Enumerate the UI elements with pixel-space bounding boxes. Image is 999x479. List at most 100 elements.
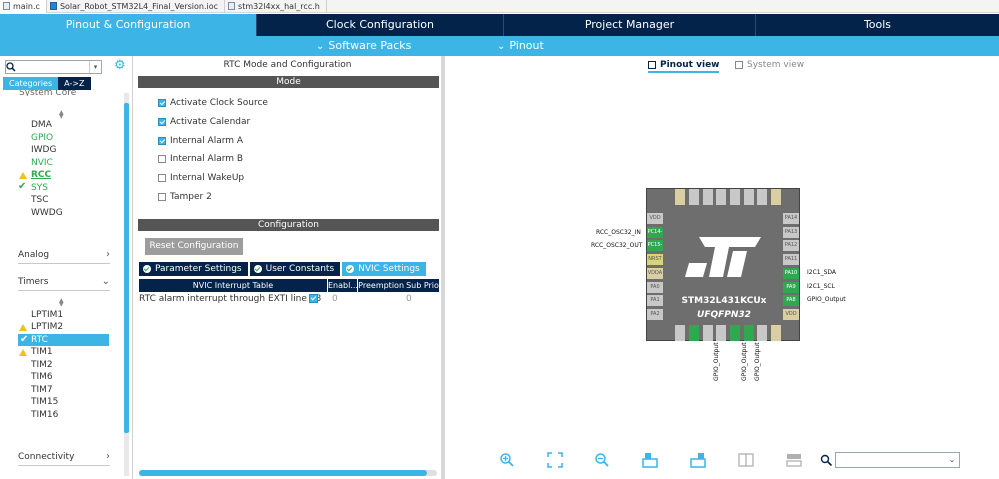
section-system-core[interactable]: System Core — [19, 90, 76, 96]
option-internal-alarm-b[interactable]: Internal Alarm B — [158, 154, 243, 164]
option-tamper-2[interactable]: Tamper 2 — [158, 192, 212, 202]
sidebar-item-nvic[interactable]: NVIC — [31, 158, 53, 168]
file-tab-ioc[interactable]: Solar_Robot_STM32L4_Final_Version.ioc — [47, 0, 226, 13]
category-search[interactable]: ▾ — [5, 60, 102, 74]
tab-nvic-settings[interactable]: NVIC Settings — [342, 262, 426, 276]
sidebar-scrollbar[interactable] — [124, 93, 129, 476]
gear-icon[interactable]: ⚙ — [114, 58, 126, 73]
pin-pa7[interactable] — [730, 325, 740, 341]
sidebar-item-wwdg[interactable]: WWDG — [31, 208, 63, 218]
checkbox[interactable] — [158, 174, 166, 182]
scrollbar-thumb[interactable] — [139, 470, 427, 476]
pin-pb1[interactable] — [757, 325, 767, 341]
tab-tools[interactable]: Tools — [756, 14, 999, 36]
tab-parameter-settings[interactable]: Parameter Settings — [139, 262, 248, 276]
pin-pa15[interactable] — [757, 189, 767, 205]
sidebar-item-iwdg[interactable]: IWDG — [31, 145, 56, 155]
table-cell-enabled[interactable] — [309, 294, 319, 306]
pinout-menu[interactable]: ⌄ Pinout — [497, 36, 544, 56]
section-connectivity[interactable]: Connectivity › — [18, 451, 110, 466]
fit-to-screen-icon[interactable] — [547, 452, 563, 468]
sidebar-item-dma[interactable]: DMA — [31, 120, 52, 130]
pin-search-input[interactable]: ⌄ — [835, 452, 960, 468]
sidebar-item-sys[interactable]: SYS — [31, 183, 48, 193]
tab-a-z[interactable]: A->Z — [58, 77, 91, 90]
pin-pb3[interactable] — [744, 189, 754, 205]
scrollbar-thumb[interactable] — [124, 103, 129, 433]
col-header-interrupt[interactable]: NVIC Interrupt Table — [139, 279, 328, 292]
software-packs-menu[interactable]: ⌄ Software Packs — [316, 36, 411, 56]
pin-pa14[interactable]: PA14 — [783, 213, 799, 224]
pin-pb5[interactable] — [716, 189, 726, 205]
chevron-down-icon[interactable]: ⌄ — [945, 453, 959, 467]
pin-pa12[interactable]: PA12 — [783, 240, 799, 251]
table-scrollbar[interactable] — [139, 470, 437, 476]
pin-pa9[interactable]: PA9 — [783, 282, 799, 293]
pin-pc14[interactable]: PC14- — [647, 227, 663, 238]
pin-pa4[interactable] — [689, 325, 699, 341]
pin-pa3[interactable] — [675, 325, 685, 341]
section-analog[interactable]: Analog › — [18, 249, 110, 264]
option-activate-clock-source[interactable]: Activate Clock Source — [158, 98, 268, 108]
checkbox[interactable] — [158, 193, 166, 201]
sidebar-item-tim15[interactable]: TIM15 — [31, 397, 58, 407]
pin-pa0[interactable]: PA0 — [647, 282, 663, 293]
file-tab-rcc-h[interactable]: stm32l4xx_hal_rcc.h — [225, 0, 327, 13]
col-header-enabled[interactable]: Enabl... — [328, 279, 358, 292]
tab-clock-configuration[interactable]: Clock Configuration — [257, 14, 504, 36]
option-internal-wakeup[interactable]: Internal WakeUp — [158, 173, 244, 183]
sidebar-item-rtc[interactable]: ✔ RTC — [18, 334, 109, 346]
sidebar-item-tim16[interactable]: TIM16 — [31, 410, 58, 420]
option-activate-calendar[interactable]: Activate Calendar — [158, 117, 250, 127]
sidebar-item-tim6[interactable]: TIM6 — [31, 372, 53, 382]
sidebar-item-tsc[interactable]: TSC — [31, 195, 49, 205]
pin-pb4[interactable] — [730, 189, 740, 205]
tab-system-view[interactable]: System view — [735, 60, 804, 70]
table-cell-sub-priority[interactable]: 0 — [406, 293, 426, 305]
pin-vss-top2[interactable] — [771, 189, 781, 205]
layout-icon[interactable] — [786, 452, 802, 468]
split-view-icon[interactable] — [738, 452, 754, 468]
section-timers[interactable]: Timers ⌄ — [18, 276, 110, 291]
option-internal-alarm-a[interactable]: Internal Alarm A — [158, 136, 243, 146]
pin-pb6[interactable] — [703, 189, 713, 205]
zoom-in-icon[interactable] — [499, 452, 515, 468]
checkbox[interactable] — [158, 118, 166, 126]
pin-pa13[interactable]: PA13 — [783, 227, 799, 238]
rotate-icon[interactable] — [642, 452, 658, 468]
mcu-chip[interactable]: VDD PC14- PC15- NRST VDDA PA0 PA1 PA2 PA… — [646, 188, 800, 341]
file-tab-main-c[interactable]: main.c — [0, 0, 47, 13]
sidebar-item-tim2[interactable]: TIM2 — [31, 360, 53, 370]
sidebar-item-tim1[interactable]: TIM1 — [31, 347, 53, 357]
flip-icon[interactable] — [690, 452, 706, 468]
sidebar-item-tim7[interactable]: TIM7 — [31, 385, 53, 395]
chevron-down-icon[interactable]: ▾ — [89, 61, 101, 73]
pin-pb0[interactable] — [744, 325, 754, 341]
tab-pinout-configuration[interactable]: Pinout & Configuration — [0, 14, 257, 36]
tab-categories[interactable]: Categories — [3, 77, 59, 90]
pin-pa11[interactable]: PA11 — [783, 254, 799, 265]
pin-vss-top[interactable] — [675, 189, 685, 205]
pin-pa10[interactable]: PA10 — [783, 268, 799, 279]
checkbox[interactable] — [309, 294, 318, 303]
pin-vdd[interactable]: VDD — [647, 213, 663, 224]
tab-project-manager[interactable]: Project Manager — [504, 14, 756, 36]
pin-pb7[interactable] — [689, 189, 699, 205]
sidebar-item-lptim1[interactable]: LPTIM1 — [31, 310, 63, 320]
checkbox[interactable] — [158, 99, 166, 107]
reset-configuration-button[interactable]: Reset Configuration — [145, 238, 243, 255]
pin-vdda[interactable]: VDDA — [647, 268, 663, 279]
sidebar-item-rcc[interactable]: RCC — [31, 170, 51, 180]
sidebar-item-gpio[interactable]: GPIO — [31, 133, 53, 143]
zoom-out-icon[interactable] — [594, 452, 610, 468]
tab-user-constants[interactable]: User Constants — [249, 262, 341, 276]
table-cell-preemption[interactable]: 0 — [332, 293, 352, 305]
pin-pa6[interactable] — [716, 325, 726, 341]
checkbox[interactable] — [158, 155, 166, 163]
col-header-sub-priority[interactable]: Sub Prio — [406, 279, 439, 292]
pin-pc15[interactable]: PC15- — [647, 240, 663, 251]
pin-nrst[interactable]: NRST — [647, 254, 663, 265]
pin-pa5[interactable] — [703, 325, 713, 341]
checkbox[interactable] — [158, 137, 166, 145]
sidebar-item-lptim2[interactable]: LPTIM2 — [31, 322, 63, 332]
